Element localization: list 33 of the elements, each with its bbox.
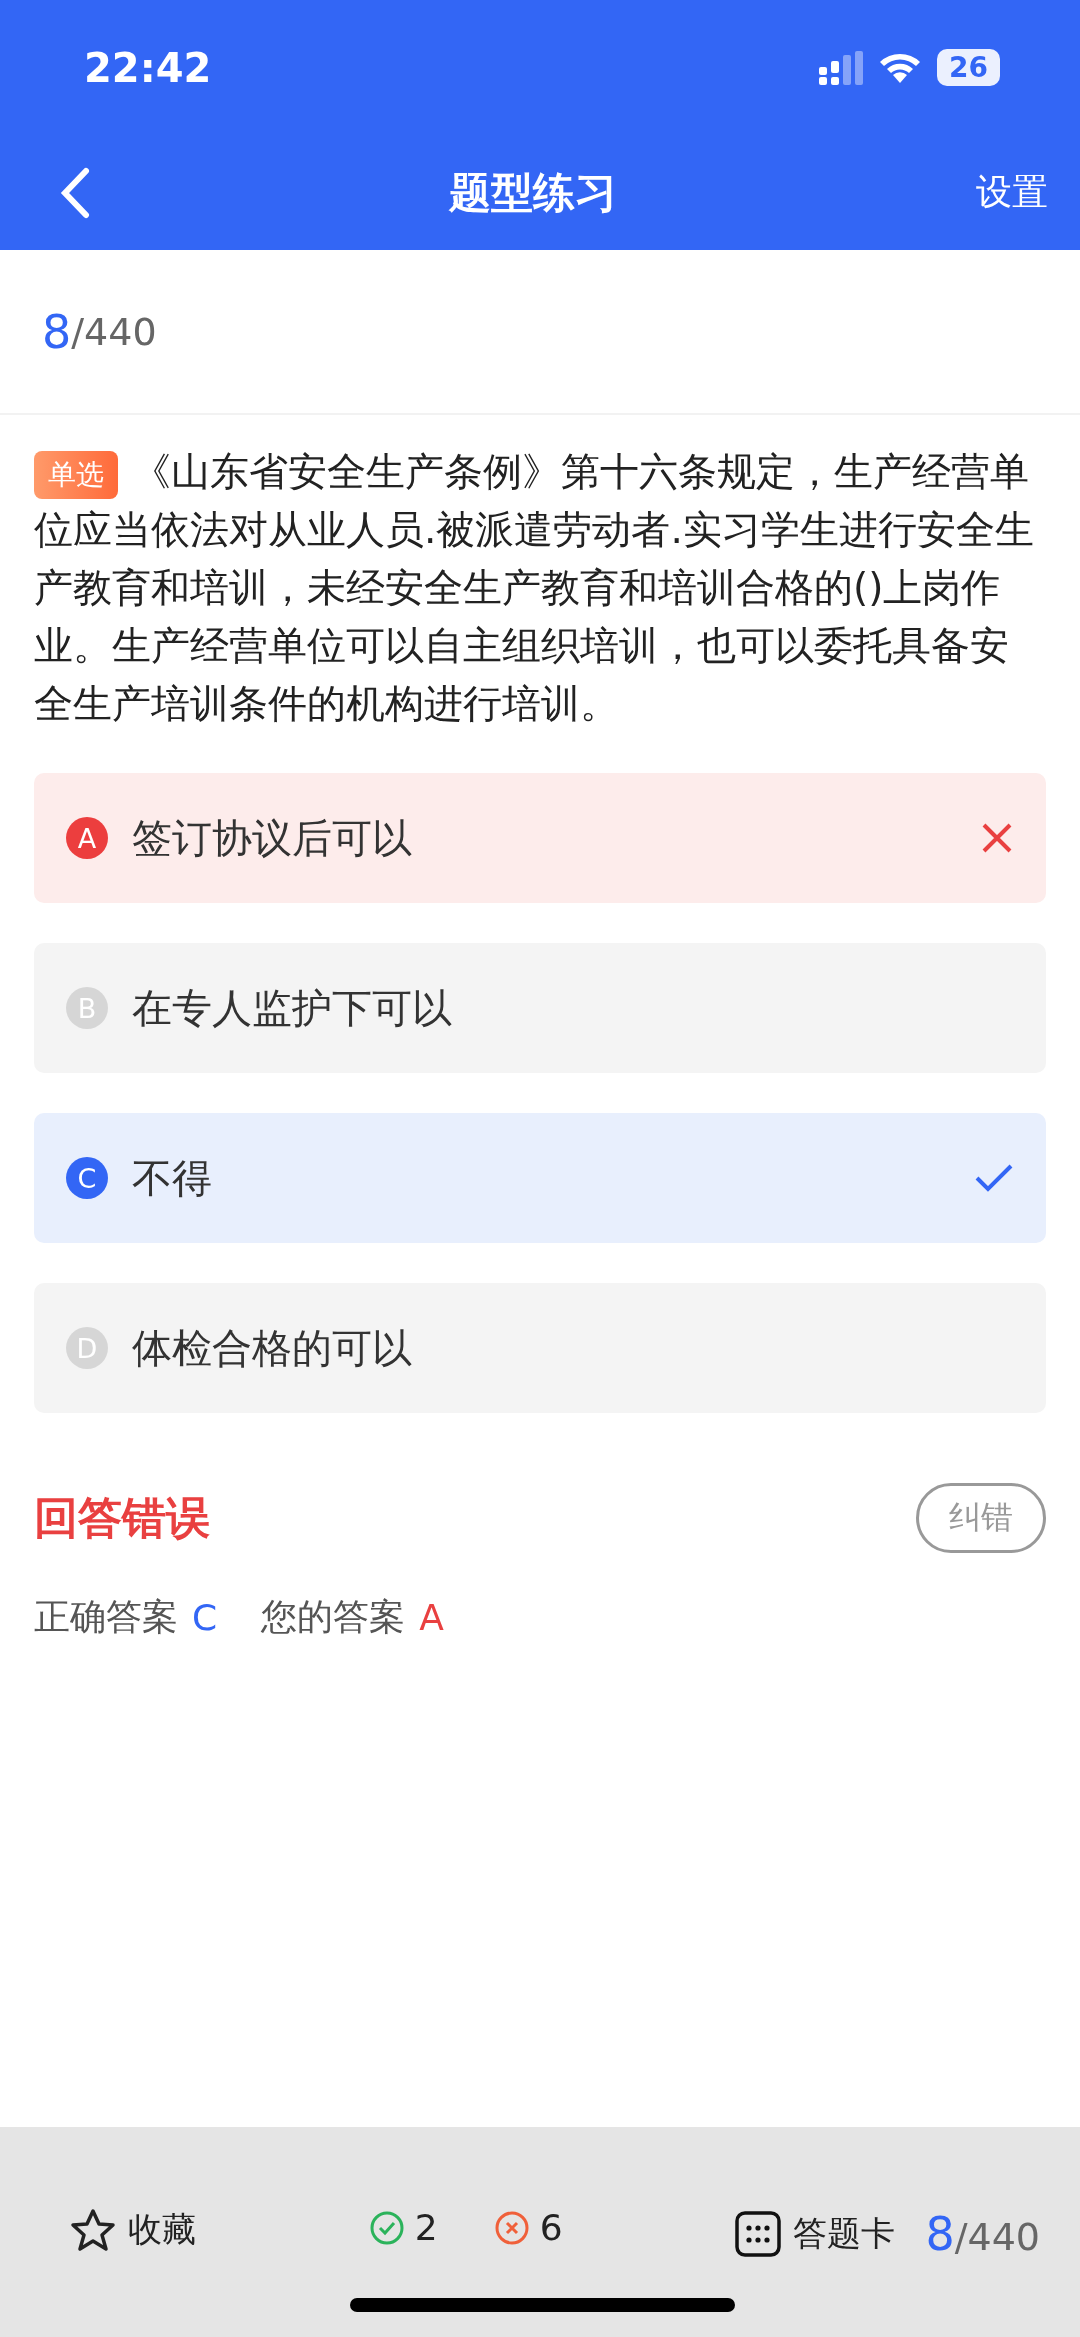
answer-option[interactable]: A 签订协议后可以 xyxy=(34,773,1046,903)
option-letter: C xyxy=(66,1157,108,1199)
check-icon xyxy=(974,1163,1014,1193)
star-icon xyxy=(70,2208,116,2252)
question-counter: 8/440 xyxy=(925,2207,1040,2261)
your-answer-value: A xyxy=(419,1597,444,1638)
signal-icon xyxy=(819,50,864,85)
option-text: 体检合格的可以 xyxy=(132,1323,413,1373)
option-text: 在专人监护下可以 xyxy=(132,983,453,1033)
correct-answer-value: C xyxy=(192,1597,218,1638)
result-title: 回答错误 xyxy=(34,1490,210,1545)
favorite-button[interactable]: 收藏 xyxy=(70,2207,196,2253)
cross-circle-icon xyxy=(493,2209,530,2246)
back-icon[interactable] xyxy=(60,166,90,219)
option-letter: A xyxy=(66,817,108,859)
battery-level: 26 xyxy=(937,49,1000,86)
question-type-tag: 单选 xyxy=(34,450,118,499)
answer-card-button[interactable]: 答题卡 xyxy=(735,2211,896,2257)
right-count: 2 xyxy=(414,2207,438,2248)
grid-icon xyxy=(735,2211,782,2257)
option-text: 签订协议后可以 xyxy=(132,813,413,863)
wrong-icon xyxy=(980,821,1014,855)
status-time: 22:42 xyxy=(84,44,212,91)
question-counter: 8/440 xyxy=(0,250,1080,415)
answer-option[interactable]: C 不得 xyxy=(34,1113,1046,1243)
page-title: 题型练习 xyxy=(449,166,617,219)
option-text: 不得 xyxy=(132,1153,213,1203)
your-answer-label: 您的答案 xyxy=(261,1595,406,1639)
check-circle-icon xyxy=(368,2209,405,2246)
wrong-count: 6 xyxy=(539,2207,563,2248)
settings-button[interactable]: 设置 xyxy=(976,168,1048,217)
correct-answer-label: 正确答案 xyxy=(34,1595,178,1639)
question-text: 单选 《山东省安全生产条例》第十六条规定，生产经营单位应当依法对从业人员.被派遣劳动者.实习学生进行安全生产教育和培训，未经安全生产教育和培训合格的()上岗作业。生产经营单位可以自主组织培训，也可以委托具备安全生产培训条件的机构进行培训。 xyxy=(33,448,1035,728)
